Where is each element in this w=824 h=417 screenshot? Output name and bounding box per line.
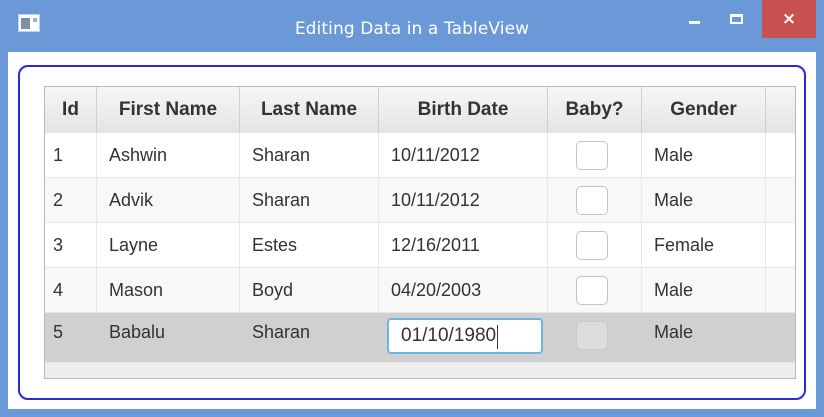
column-header-baby[interactable]: Baby? xyxy=(548,87,642,133)
text-caret xyxy=(497,325,498,349)
cell-first-name[interactable]: Ashwin xyxy=(97,133,240,178)
cell-id[interactable]: 3 xyxy=(45,223,97,268)
cell-gender[interactable]: Male xyxy=(642,178,766,223)
cell-baby xyxy=(548,223,642,268)
table-row[interactable]: 2 Advik Sharan 10/11/2012 Male xyxy=(45,178,795,223)
cell-baby xyxy=(548,268,642,313)
table-header: Id First Name Last Name Birth Date Baby?… xyxy=(45,87,795,134)
cell-id[interactable]: 4 xyxy=(45,268,97,313)
table-row[interactable]: 1 Ashwin Sharan 10/11/2012 Male xyxy=(45,133,795,178)
cell-id[interactable]: 2 xyxy=(45,178,97,223)
cell-last-name[interactable]: Estes xyxy=(240,223,379,268)
maximize-button[interactable] xyxy=(716,0,756,38)
table-empty-area xyxy=(45,363,795,378)
cell-birth-date[interactable]: 10/11/2012 xyxy=(379,178,548,223)
baby-checkbox[interactable] xyxy=(576,321,608,350)
cell-first-name[interactable]: Babalu xyxy=(97,313,240,358)
cell-birth-date[interactable]: 04/20/2003 xyxy=(379,268,548,313)
column-header-gender[interactable]: Gender xyxy=(642,87,766,133)
cell-id[interactable]: 1 xyxy=(45,133,97,178)
maximize-icon xyxy=(729,14,743,24)
birth-date-edit-field[interactable] xyxy=(387,318,543,354)
cell-gender[interactable]: Male xyxy=(642,268,766,313)
table-row[interactable]: 3 Layne Estes 12/16/2011 Female xyxy=(45,223,795,268)
minimize-button[interactable] xyxy=(676,0,712,38)
column-header-last-name[interactable]: Last Name xyxy=(240,87,379,133)
close-button[interactable]: × xyxy=(762,0,816,38)
title-bar[interactable]: Editing Data in a TableView × xyxy=(0,0,824,52)
column-header-birth-date[interactable]: Birth Date xyxy=(379,87,548,133)
cell-first-name[interactable]: Mason xyxy=(97,268,240,313)
baby-checkbox[interactable] xyxy=(576,231,608,260)
close-icon: × xyxy=(781,9,797,29)
cell-baby xyxy=(548,313,642,358)
baby-checkbox[interactable] xyxy=(576,186,608,215)
table-row[interactable]: 4 Mason Boyd 04/20/2003 Male xyxy=(45,268,795,313)
baby-checkbox[interactable] xyxy=(576,141,608,170)
table-view[interactable]: Id First Name Last Name Birth Date Baby?… xyxy=(44,86,796,379)
cell-birth-date[interactable]: 12/16/2011 xyxy=(379,223,548,268)
cell-last-name[interactable]: Sharan xyxy=(240,178,379,223)
table-row-selected[interactable]: 5 Babalu Sharan Male xyxy=(45,313,795,363)
cell-gender[interactable]: Male xyxy=(642,133,766,178)
baby-checkbox[interactable] xyxy=(576,276,608,305)
column-header-id[interactable]: Id xyxy=(45,87,97,133)
cell-baby xyxy=(548,133,642,178)
column-header-filler xyxy=(766,87,795,133)
cell-id[interactable]: 5 xyxy=(45,313,97,358)
cell-first-name[interactable]: Layne xyxy=(97,223,240,268)
cell-baby xyxy=(548,178,642,223)
cell-birth-date-editing xyxy=(379,313,548,358)
cell-first-name[interactable]: Advik xyxy=(97,178,240,223)
cell-last-name[interactable]: Sharan xyxy=(240,313,379,358)
app-window: Editing Data in a TableView × Id First N… xyxy=(0,0,824,417)
cell-gender[interactable]: Male xyxy=(642,313,766,358)
cell-last-name[interactable]: Boyd xyxy=(240,268,379,313)
cell-last-name[interactable]: Sharan xyxy=(240,133,379,178)
cell-birth-date[interactable]: 10/11/2012 xyxy=(379,133,548,178)
cell-gender[interactable]: Female xyxy=(642,223,766,268)
column-header-first-name[interactable]: First Name xyxy=(97,87,240,133)
minimize-icon xyxy=(688,20,700,24)
